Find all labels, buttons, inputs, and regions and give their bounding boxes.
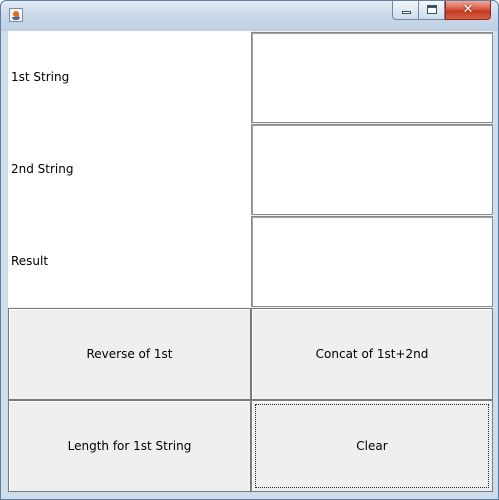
result-field[interactable]: [251, 216, 493, 307]
maximize-icon: [427, 5, 437, 14]
java-icon[interactable]: [9, 8, 23, 22]
second-string-label: 2nd String: [8, 123, 251, 215]
app-window: ✕ 1st String 2nd String Result Reverse o…: [0, 0, 499, 500]
title-bar[interactable]: ✕: [1, 1, 498, 31]
form-panel: 1st String 2nd String Result Reverse of …: [8, 31, 493, 492]
close-button[interactable]: ✕: [445, 1, 491, 20]
maximize-button[interactable]: [419, 1, 445, 20]
reverse-button[interactable]: Reverse of 1st: [8, 308, 251, 400]
second-string-field[interactable]: [251, 124, 493, 215]
result-label: Result: [8, 215, 251, 307]
clear-button[interactable]: Clear: [251, 400, 493, 492]
first-string-label: 1st String: [8, 31, 251, 123]
window-bottom-border: [8, 492, 493, 499]
minimize-button[interactable]: [392, 1, 419, 20]
first-string-field[interactable]: [251, 32, 493, 123]
length-button[interactable]: Length for 1st String: [8, 400, 251, 492]
concat-button[interactable]: Concat of 1st+2nd: [251, 308, 493, 400]
clear-button-label: Clear: [356, 439, 388, 453]
minimize-icon: [402, 11, 411, 14]
close-icon: ✕: [462, 2, 474, 17]
